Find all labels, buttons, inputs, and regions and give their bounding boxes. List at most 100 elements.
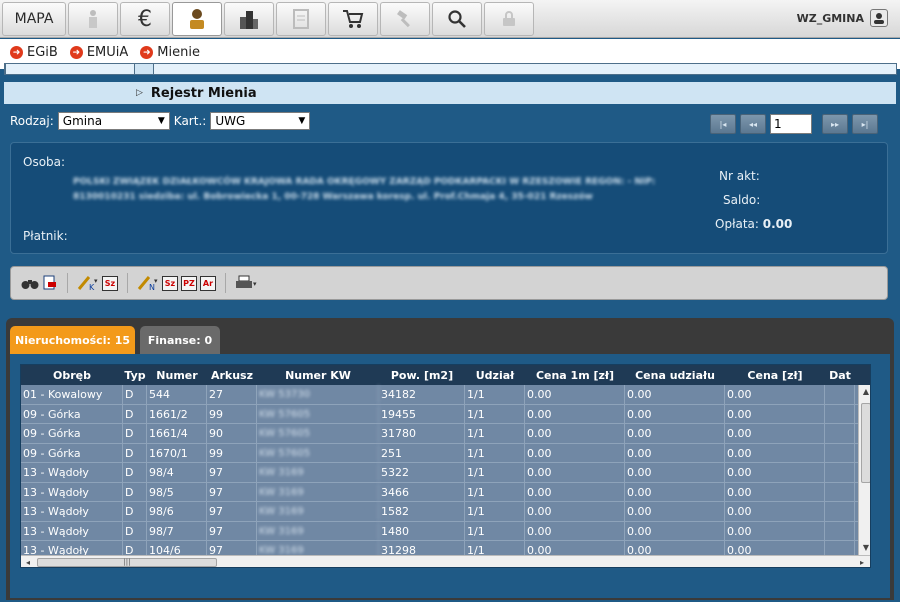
header-col-numer-kw[interactable]: Numer KW bbox=[257, 365, 379, 385]
horizontal-scrollbar[interactable]: ◂ ||| ▸ bbox=[21, 555, 870, 567]
pencil-n-icon[interactable]: N ▾ bbox=[137, 274, 159, 292]
header-col-cena-udzialu[interactable]: Cena udziału bbox=[625, 365, 725, 385]
ar-icon[interactable]: Ar bbox=[200, 275, 216, 291]
dropdown-arrow-icon: ▼ bbox=[157, 116, 165, 126]
table-row[interactable]: 13 - Wądoły D 98/7 97 KW 3169 1480 1/1 0.00 0.00… bbox=[21, 521, 858, 541]
cell-col-numer: 1670/1 bbox=[147, 443, 207, 463]
pz-icon[interactable]: PZ bbox=[181, 275, 197, 291]
next-page-button[interactable]: ▸▸ bbox=[822, 114, 848, 134]
vertical-scroll-thumb[interactable] bbox=[861, 403, 870, 483]
header-col-numer[interactable]: Numer bbox=[147, 365, 207, 385]
lock-icon[interactable] bbox=[484, 2, 534, 36]
euro-icon[interactable]: € bbox=[120, 2, 170, 36]
person-gold-icon[interactable] bbox=[172, 2, 222, 36]
cell-col-numer: 1661/4 bbox=[147, 424, 207, 443]
header-col-udzial[interactable]: Udział bbox=[465, 365, 525, 385]
tab-strip-segment[interactable] bbox=[153, 63, 897, 75]
header-col-cena[interactable]: Cena [zł] bbox=[725, 365, 825, 385]
table-row[interactable]: 09 - Górka D 1661/2 99 KW 57605 19455 1/1 0.00 0… bbox=[21, 404, 858, 424]
grid-header: Obręb Typ Numer Arkusz Numer KW Pow. [m2] Udzi… bbox=[21, 365, 870, 385]
cell-col-cena-udzialu: 0.00 bbox=[625, 463, 725, 482]
person-icon[interactable] bbox=[68, 2, 118, 36]
module-link-mienie[interactable]: ➜ Mienie bbox=[140, 45, 200, 60]
cell-col-numer: 1661/2 bbox=[147, 404, 207, 424]
toolbar-separator bbox=[225, 273, 226, 293]
header-col-data[interactable]: Dat bbox=[825, 365, 855, 385]
cell-col-arkusz: 97 bbox=[207, 521, 257, 541]
tab-finanse[interactable]: Finanse: 0 bbox=[140, 326, 220, 354]
cell-col-cena: 0.00 bbox=[725, 463, 825, 482]
scroll-left-icon[interactable]: ◂ bbox=[21, 558, 35, 567]
scroll-down-icon[interactable]: ▼ bbox=[859, 543, 870, 552]
oplata-label: Opłata: 0.00 bbox=[715, 217, 793, 231]
sz-icon[interactable]: Sz bbox=[162, 275, 178, 291]
binoculars-icon[interactable] bbox=[21, 274, 39, 292]
document-icon[interactable] bbox=[276, 2, 326, 36]
scroll-right-icon[interactable]: ▸ bbox=[855, 558, 869, 567]
owner-info-panel: Osoba: POLSKI ZWIĄZEK DZIAŁKOWCÓW KRAJOW… bbox=[10, 142, 888, 254]
first-page-button[interactable]: |◂ bbox=[710, 114, 736, 134]
cell-col-pow: 31780 bbox=[379, 424, 465, 443]
user-info: WZ_GMINA bbox=[797, 9, 888, 27]
header-col-cena-1m[interactable]: Cena 1m [zł] bbox=[525, 365, 625, 385]
table-row[interactable]: 09 - Górka D 1661/4 90 KW 57605 31780 1/1 0.00 0… bbox=[21, 424, 858, 444]
gavel-icon[interactable] bbox=[380, 2, 430, 36]
buildings-icon[interactable] bbox=[224, 2, 274, 36]
horizontal-scroll-thumb[interactable]: ||| bbox=[37, 558, 217, 567]
cell-col-cena-udzialu: 0.00 bbox=[625, 385, 725, 404]
header-col-pow[interactable]: Pow. [m2] bbox=[379, 365, 465, 385]
cell-col-numer: 544 bbox=[147, 385, 207, 404]
cell-col-arkusz: 97 bbox=[207, 482, 257, 502]
tab-nieruchomosci[interactable]: Nieruchomości: 15 bbox=[10, 326, 135, 354]
header-col-arkusz[interactable]: Arkusz bbox=[207, 365, 257, 385]
kart-select[interactable]: UWG ▼ bbox=[210, 112, 311, 130]
module-link-egib[interactable]: ➜ EGiB bbox=[10, 45, 58, 60]
table-row[interactable]: 01 - Kowalowy D 544 27 KW 53730 34182 1/1 0.00 0… bbox=[21, 385, 858, 405]
cell-col-numer: 98/5 bbox=[147, 482, 207, 502]
mapa-button[interactable]: MAPA bbox=[2, 2, 66, 36]
cell-col-numer-kw: KW 3169 bbox=[257, 521, 379, 541]
cell-col-udzial: 1/1 bbox=[465, 502, 525, 521]
cell-col-cena-udzialu: 0.00 bbox=[625, 404, 725, 424]
search-icon[interactable] bbox=[432, 2, 482, 36]
rodzaj-select[interactable]: Gmina ▼ bbox=[57, 112, 170, 130]
cart-icon[interactable] bbox=[328, 2, 378, 36]
cell-col-cena-udzialu: 0.00 bbox=[625, 521, 725, 541]
cell-col-cena: 0.00 bbox=[725, 521, 825, 541]
cell-col-arkusz: 27 bbox=[207, 385, 257, 404]
sz-icon[interactable]: Sz bbox=[102, 275, 118, 291]
pencil-k-icon[interactable]: K ▾ bbox=[77, 274, 99, 292]
table-row[interactable]: 13 - Wądoły D 98/4 97 KW 3169 5322 1/1 0.00 0.00… bbox=[21, 463, 858, 483]
header-col-typ[interactable]: Typ bbox=[123, 365, 147, 385]
printer-icon[interactable]: ▾ bbox=[235, 274, 259, 292]
vertical-scrollbar[interactable]: ▲ ▼ bbox=[858, 385, 870, 559]
nr-akt-label: Nr akt: bbox=[719, 169, 760, 183]
cell-col-data bbox=[825, 404, 855, 424]
cell-col-typ: D bbox=[123, 424, 147, 443]
expand-triangle-icon[interactable]: ▷ bbox=[136, 88, 143, 98]
header-col-obreb[interactable]: Obręb bbox=[21, 365, 123, 385]
page-input[interactable]: 1 bbox=[770, 114, 812, 134]
cell-col-obreb: 09 - Górka bbox=[21, 443, 123, 463]
export-icon[interactable] bbox=[42, 274, 58, 292]
platnik-label: Płatnik: bbox=[23, 229, 68, 243]
tab-strip-segment[interactable] bbox=[5, 63, 135, 75]
scroll-up-icon[interactable]: ▲ bbox=[859, 387, 870, 396]
cell-col-cena-1m: 0.00 bbox=[525, 463, 625, 482]
table-row[interactable]: 13 - Wądoły D 98/5 97 KW 3169 3466 1/1 0.00 0.00… bbox=[21, 482, 858, 502]
cell-col-numer-kw: KW 3169 bbox=[257, 482, 379, 502]
prev-page-button[interactable]: ◂◂ bbox=[740, 114, 766, 134]
last-page-button[interactable]: ▸| bbox=[852, 114, 878, 134]
cell-col-numer: 98/4 bbox=[147, 463, 207, 482]
cell-col-cena-1m: 0.00 bbox=[525, 404, 625, 424]
mapa-label: MAPA bbox=[14, 11, 54, 27]
user-avatar-icon[interactable] bbox=[870, 9, 888, 27]
cell-col-udzial: 1/1 bbox=[465, 521, 525, 541]
table-row[interactable]: 09 - Górka D 1670/1 99 KW 57605 251 1/1 0.00 0.0… bbox=[21, 443, 858, 463]
table-row[interactable]: 13 - Wądoły D 98/6 97 KW 3169 1582 1/1 0.00 0.00… bbox=[21, 502, 858, 522]
cell-col-cena-udzialu: 0.00 bbox=[625, 443, 725, 463]
cell-col-data bbox=[825, 502, 855, 521]
cell-col-obreb: 13 - Wądoły bbox=[21, 521, 123, 541]
module-link-emuia[interactable]: ➜ EMUiA bbox=[69, 45, 128, 60]
module-nav: ➜ EGiB ➜ EMUiA ➜ Mienie bbox=[0, 39, 900, 75]
